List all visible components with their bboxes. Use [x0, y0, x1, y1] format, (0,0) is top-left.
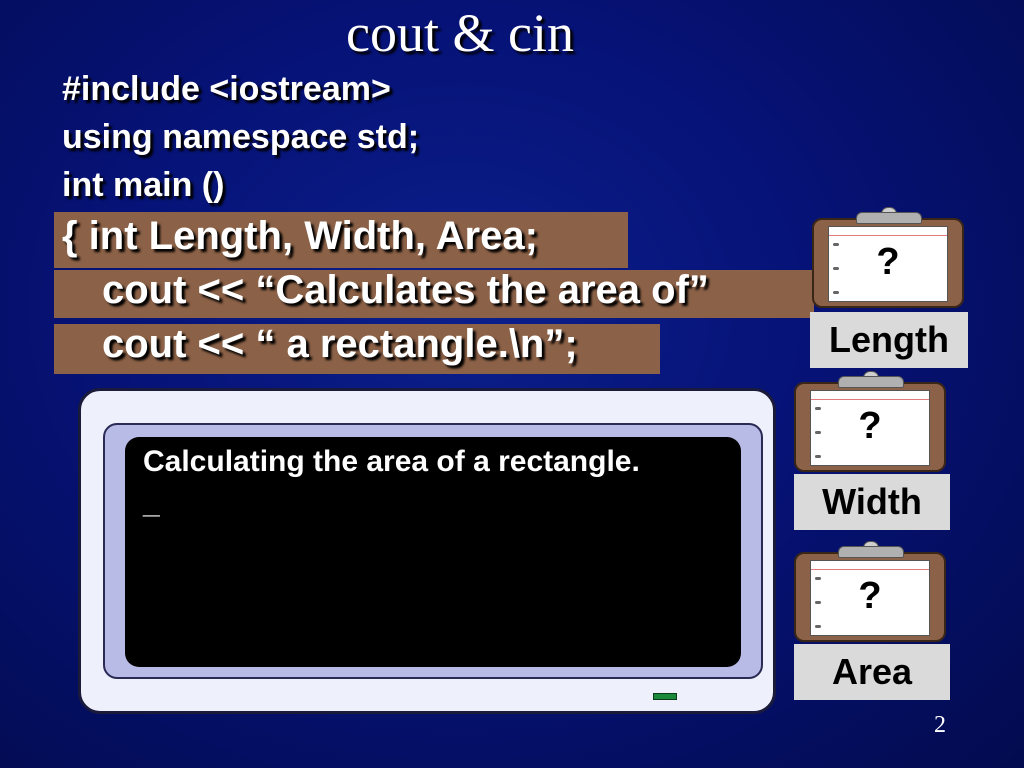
- area-label: Area: [794, 644, 950, 700]
- clipboard-length: ?: [812, 207, 964, 308]
- code-line-include: #include <iostream>: [62, 70, 391, 108]
- monitor: Calculating the area of a rectangle. _: [78, 388, 776, 714]
- clipboard-clip-bar: [838, 546, 904, 558]
- screen-output-line: Calculating the area of a rectangle.: [143, 445, 640, 478]
- clipboard-clip-bar: [856, 212, 922, 224]
- monitor-screen: Calculating the area of a rectangle. _: [125, 437, 741, 667]
- clipboard-paper: ?: [828, 226, 948, 302]
- width-label: Width: [794, 474, 950, 530]
- clipboard-width: ?: [794, 371, 946, 472]
- code-line-namespace: using namespace std;: [62, 118, 420, 156]
- power-led: [653, 693, 677, 700]
- monitor-bezel: Calculating the area of a rectangle. _: [103, 423, 763, 679]
- clipboard-paper: ?: [810, 390, 930, 466]
- slide-title: cout & cin: [346, 3, 574, 63]
- screen-cursor: _: [143, 487, 160, 520]
- length-value: ?: [876, 241, 900, 283]
- code-line-cout-2: cout << “ a rectangle.\n”;: [102, 322, 578, 366]
- clipboard-clip-bar: [838, 376, 904, 388]
- area-value: ?: [858, 575, 882, 617]
- clipboard-paper: ?: [810, 560, 930, 636]
- code-line-cout-1: cout << “Calculates the area of”: [102, 268, 709, 312]
- code-line-declaration: { int Length, Width, Area;: [62, 214, 538, 258]
- length-label: Length: [810, 312, 968, 368]
- code-line-main: int main (): [62, 166, 225, 204]
- page-number: 2: [934, 712, 946, 738]
- clipboard-area: ?: [794, 541, 946, 642]
- width-value: ?: [858, 405, 882, 447]
